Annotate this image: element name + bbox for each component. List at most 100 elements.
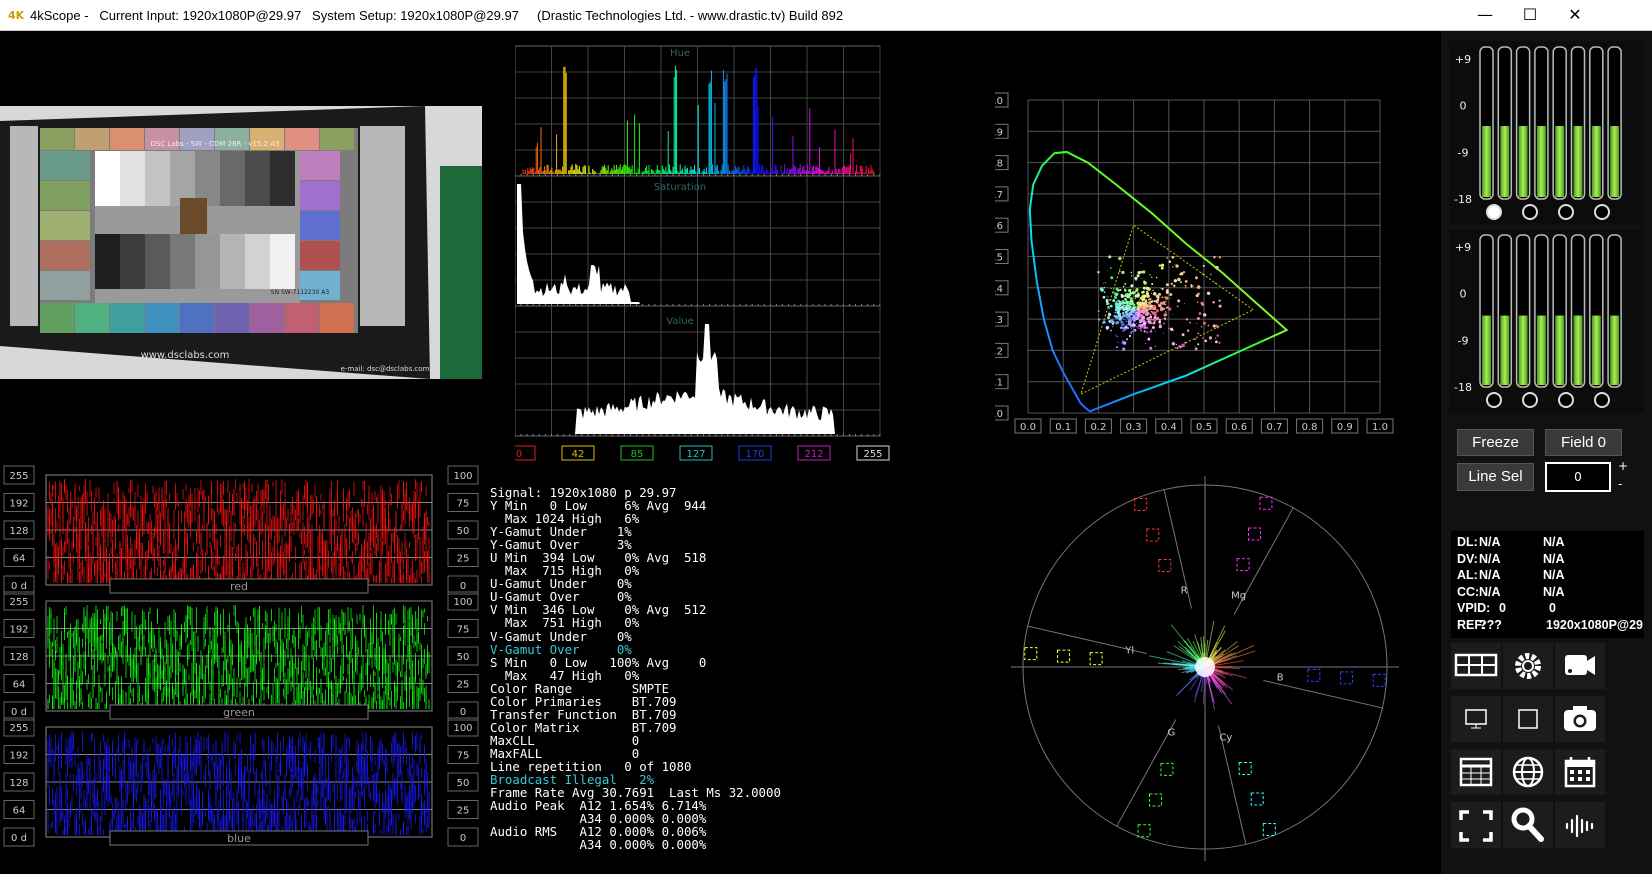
audio-wave-button[interactable] — [1555, 802, 1605, 848]
cie-x-tick: 0.7 — [1266, 422, 1282, 433]
info-value: 0 — [1499, 601, 1506, 615]
meter-scale-label: -9 — [1458, 334, 1469, 347]
cie-y-tick: 0.6 — [995, 221, 1003, 232]
info-key: DV: — [1457, 551, 1478, 566]
meter-fill — [1482, 315, 1491, 385]
table-button[interactable] — [1451, 749, 1501, 795]
signal-info-panel: DL: N/A N/A DV: N/A N/A AL: N/A N/A CC: N/A N/A VPID… — [1451, 531, 1644, 638]
info-key: AL: — [1457, 568, 1478, 582]
meter-toggle — [1558, 392, 1574, 408]
field-button[interactable]: Field 0 — [1545, 429, 1622, 456]
meter-fill — [1555, 315, 1565, 385]
vectorscope-label: B — [1277, 672, 1284, 683]
cie-x-tick: 0.1 — [1055, 422, 1071, 433]
waveform-left-tick: 0 d — [11, 581, 27, 592]
stat-line: V-Gamut Over 0% — [490, 641, 632, 657]
hsv-scale-label: 0 — [516, 449, 522, 460]
vectorscope-label: G — [1167, 728, 1175, 739]
info-value: N/A — [1479, 535, 1501, 549]
zoom-button[interactable] — [1503, 802, 1553, 848]
waveform-left-tick: 64 — [13, 554, 26, 565]
square-button[interactable] — [1503, 696, 1553, 742]
grid-layout-icon — [1454, 653, 1498, 677]
stat-line: Color Primaries BT.709 — [490, 693, 677, 709]
line-decrement-button[interactable]: - — [1618, 477, 1622, 491]
cie-x-tick: 1.0 — [1372, 422, 1388, 433]
monitor-icon — [1465, 709, 1487, 729]
video-preview[interactable]: DSC Labs - SW - CDM 28R - v15.2 A3 SN SW… — [0, 106, 482, 379]
cast-button[interactable] — [1555, 643, 1605, 689]
waveform-right-tick: 100 — [453, 723, 472, 734]
cie-x-tick: 0.4 — [1161, 422, 1177, 433]
meter-fill — [1536, 315, 1546, 385]
waveform-left-tick: 192 — [9, 625, 28, 636]
waveform-left-tick: 0 d — [11, 707, 27, 718]
hsv-scale-label: 212 — [804, 449, 823, 460]
saturation-label: Saturation — [654, 182, 706, 193]
waveform-left-tick: 0 d — [11, 833, 27, 844]
stat-line: V-Gamut Under 0% — [490, 628, 632, 644]
meter-fill — [1536, 126, 1546, 197]
waveform-channel-label: red — [230, 580, 248, 593]
meter-fill — [1500, 315, 1510, 385]
signal-statistics: Signal: 1920x1080 p 29.97 Y Min 0 Low 6% … — [490, 486, 781, 851]
scope-area: DSC Labs - SW - CDM 28R - v15.2 A3 SN SW… — [0, 31, 1441, 874]
line-increment-button[interactable]: + — [1618, 459, 1628, 473]
stat-line: A34 0.000% 0.000% — [490, 837, 707, 853]
meter-scale-label: -18 — [1454, 193, 1472, 206]
meter-fill — [1591, 315, 1601, 385]
vectorscope-target — [1307, 668, 1321, 682]
minimize-button[interactable]: — — [1465, 2, 1505, 28]
meter-scale-label: -9 — [1458, 146, 1469, 159]
cie-x-tick: 0.8 — [1302, 422, 1318, 433]
vectorscope-target — [1137, 824, 1151, 838]
line-select-button[interactable]: Line Sel — [1457, 463, 1534, 491]
freeze-button[interactable]: Freeze — [1457, 429, 1534, 456]
vectorscope-target — [1236, 558, 1250, 572]
vectorscope-label: Cy — [1219, 733, 1232, 744]
stat-line: Color Range SMPTE — [490, 680, 670, 696]
globe-button[interactable] — [1503, 749, 1553, 795]
stat-line: MaxCLL 0 — [490, 732, 640, 748]
waveform-left-tick: 255 — [9, 471, 28, 482]
maximize-button[interactable]: ☐ — [1510, 2, 1550, 28]
hue-label: Hue — [670, 48, 690, 59]
meter-toggle — [1594, 204, 1610, 220]
vectorscope-target — [1056, 649, 1070, 663]
vectorscope-target — [1146, 528, 1160, 542]
waveform-left-tick: 64 — [13, 806, 26, 817]
cie-y-tick: 0.1 — [995, 378, 1003, 389]
info-value: 1920x1080P@29 — [1546, 617, 1643, 632]
preview-url-text: www.dsclabs.com — [141, 350, 230, 361]
camera-button[interactable] — [1555, 696, 1605, 742]
waveform-left-tick: 255 — [9, 597, 28, 608]
info-key: VPID: — [1457, 601, 1491, 615]
stat-line: Max 751 High 0% — [490, 615, 640, 631]
fullscreen-button[interactable] — [1451, 802, 1501, 848]
line-select-input[interactable]: 0 — [1545, 462, 1611, 492]
settings-gear-button[interactable] — [1503, 643, 1553, 689]
meter-scale-label: 0 — [1460, 288, 1467, 301]
cie-x-tick: 0.2 — [1090, 422, 1106, 433]
monitor-button[interactable] — [1451, 696, 1501, 742]
info-value: 0 — [1549, 601, 1556, 615]
zoom-icon — [1511, 807, 1544, 842]
settings-gear-icon — [1515, 653, 1541, 679]
info-key: CC: — [1457, 584, 1480, 599]
vectorscope-target — [1149, 793, 1163, 807]
waveform-right-tick: 50 — [457, 652, 470, 663]
preview-email-text: e-mail: dsc@dsclabs.com — [341, 365, 430, 373]
close-button[interactable]: ✕ — [1555, 2, 1595, 28]
cie-x-tick: 0.3 — [1126, 422, 1142, 433]
cie-y-tick: 0.2 — [995, 346, 1003, 357]
calendar-button[interactable] — [1555, 749, 1605, 795]
waveform-left-tick: 192 — [9, 751, 28, 762]
vectorscope-target — [1340, 671, 1354, 685]
rgb-parade-waveforms: 255 100 192 75 128 50 64 25 0 d 0 red 255 100 192 75 12… — [3, 465, 479, 847]
meter-scale-label: +9 — [1455, 53, 1471, 66]
waveform-left-tick: 128 — [9, 778, 28, 789]
audio-wave-icon — [1565, 814, 1594, 838]
preview-serial: SN SW-7112230 A3 — [271, 289, 330, 296]
vectorscope-target — [1134, 498, 1148, 512]
grid-layout-button[interactable] — [1451, 643, 1501, 689]
